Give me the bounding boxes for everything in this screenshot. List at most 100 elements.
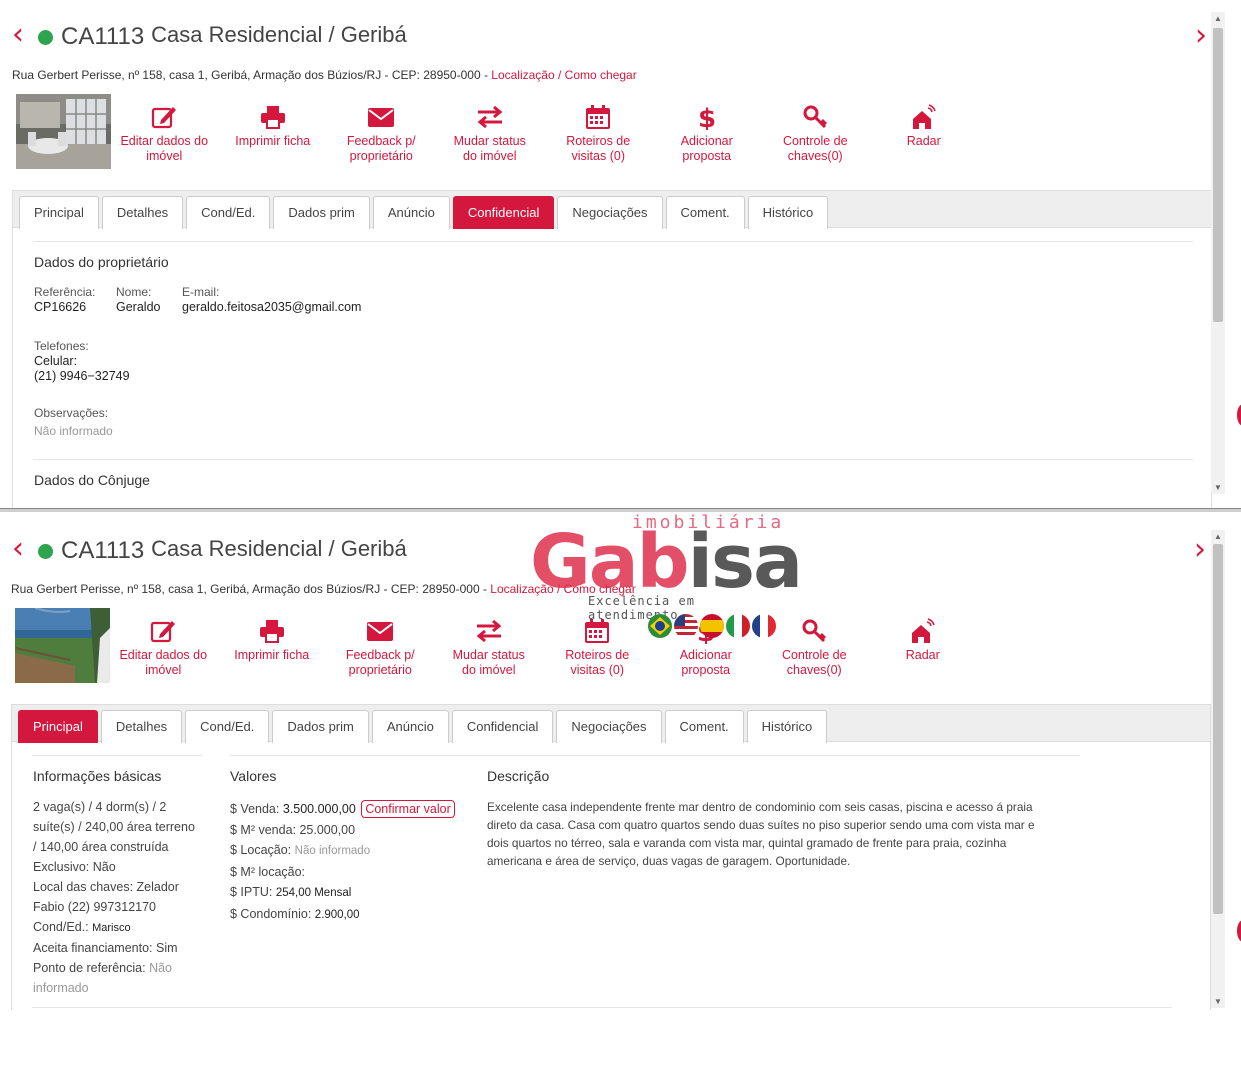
edit-property-button[interactable]: Editar dados do imóvel bbox=[110, 104, 219, 164]
radar-icon bbox=[912, 104, 936, 129]
radar-icon bbox=[911, 618, 935, 643]
print-icon bbox=[260, 106, 285, 129]
visit-routes-button[interactable]: Roteiros de visitas (0) bbox=[544, 104, 653, 164]
next-arrow-icon[interactable]: › bbox=[1194, 532, 1206, 567]
svg-text:$: $ bbox=[698, 104, 716, 130]
property-title: Casa Residencial / Geribá bbox=[151, 22, 407, 47]
tab-principal[interactable]: Principal bbox=[18, 710, 98, 743]
scroll-thumb[interactable] bbox=[1213, 28, 1223, 322]
scroll-thumb[interactable] bbox=[1213, 544, 1223, 914]
tab-confidencial[interactable]: Confidencial bbox=[451, 710, 554, 743]
property-thumbnail[interactable] bbox=[16, 94, 111, 169]
prev-arrow-icon[interactable]: ‹ bbox=[12, 20, 34, 50]
action-label-1: Radar bbox=[906, 134, 941, 148]
tab-cond-ed[interactable]: Cond/Ed. bbox=[186, 196, 271, 229]
exchange-icon bbox=[476, 619, 502, 643]
edit-property-button[interactable]: Editar dados do imóvel bbox=[109, 618, 218, 678]
action-label-1: Controle de bbox=[781, 648, 847, 662]
change-status-button[interactable]: Mudar status do imóvel bbox=[436, 104, 545, 164]
condo-value: 2.900,00 bbox=[314, 908, 360, 921]
confidential-content: Dados do proprietário Referência: CP1662… bbox=[12, 228, 1212, 508]
reference-line: Ponto de referência: Não bbox=[33, 958, 213, 978]
property-panel-confidential: ‹ CA1113 Casa Residencial / Geribá › Rua… bbox=[0, 0, 1241, 508]
condo-line: $ Condomínio: 2.900,00 bbox=[230, 904, 455, 926]
tab-coment[interactable]: Coment. bbox=[665, 196, 745, 229]
scroll-up-icon[interactable]: ▲ bbox=[1211, 14, 1225, 23]
print-sheet-button[interactable]: Imprimir ficha bbox=[219, 104, 328, 164]
phones-label: Telefones: bbox=[34, 339, 89, 353]
action-label-2: imóvel bbox=[146, 149, 183, 163]
basic-info-line: Fabio (22) 997312170 bbox=[33, 900, 157, 914]
owner-feedback-button[interactable]: Feedback p/ proprietário bbox=[327, 104, 436, 164]
owner-feedback-button[interactable]: Feedback p/ proprietário bbox=[326, 618, 435, 678]
tab-dados-prim[interactable]: Dados prim bbox=[273, 196, 370, 229]
edit-icon bbox=[151, 621, 176, 643]
prev-arrow-icon[interactable]: ‹ bbox=[12, 534, 34, 564]
notes-label: Observações: bbox=[34, 406, 109, 420]
tab-negociacoes[interactable]: Negociações bbox=[556, 710, 662, 743]
scrollbar[interactable]: ▲ ▼ bbox=[1211, 12, 1225, 494]
title-row: ‹ CA1113 Casa Residencial / Geribá bbox=[12, 18, 407, 52]
italy-flag-icon[interactable] bbox=[726, 614, 750, 638]
next-arrow-icon[interactable]: › bbox=[1195, 18, 1207, 53]
change-status-button[interactable]: Mudar status do imóvel bbox=[435, 618, 544, 678]
description-line: dois quartos no térreo, sala e varanda c… bbox=[487, 836, 1007, 850]
tab-anuncio[interactable]: Anúncio bbox=[371, 710, 449, 743]
directions-link[interactable]: Como chegar bbox=[565, 68, 637, 82]
tab-historico[interactable]: Histórico bbox=[746, 710, 828, 743]
tab-anuncio[interactable]: Anúncio bbox=[372, 196, 450, 229]
email-label: E-mail: bbox=[182, 285, 220, 299]
edit-icon bbox=[152, 107, 177, 129]
watermark-brand: Gabisa bbox=[530, 519, 803, 605]
brazil-flag-icon[interactable] bbox=[648, 614, 672, 638]
usa-flag-icon[interactable] bbox=[674, 614, 698, 638]
scroll-up-icon[interactable]: ▲ bbox=[1211, 532, 1225, 541]
tab-negociacoes[interactable]: Negociações bbox=[557, 196, 663, 229]
gabisa-watermark-logo: imobiliária Gabisa Excelência em atendim… bbox=[530, 512, 803, 622]
watermark-brand-right: isa bbox=[687, 519, 803, 605]
location-link[interactable]: Localização bbox=[491, 68, 554, 82]
m2-rent-line: $ M² locação: bbox=[230, 864, 306, 879]
values-title: Valores bbox=[230, 768, 277, 784]
action-label-2: proposta bbox=[682, 149, 732, 163]
property-thumbnail[interactable] bbox=[15, 608, 110, 683]
edge-widget-icon[interactable] bbox=[1237, 920, 1241, 942]
tab-confidencial[interactable]: Confidencial bbox=[452, 196, 555, 229]
tab-cond-ed[interactable]: Cond/Ed. bbox=[185, 710, 270, 743]
action-label-1: Roteiros de bbox=[565, 648, 630, 662]
tab-principal[interactable]: Principal bbox=[19, 196, 99, 229]
scroll-down-icon[interactable]: ▼ bbox=[1211, 483, 1225, 492]
email-value[interactable]: geraldo.feitosa2035@gmail.com bbox=[182, 300, 361, 314]
description-line: direto da casa. Casa com quatro quartos … bbox=[487, 818, 1035, 832]
tab-historico[interactable]: Histórico bbox=[747, 196, 829, 229]
iptu-value: 254,00 Mensal bbox=[275, 887, 352, 899]
basic-info-line: Local das chaves: Zelador bbox=[33, 880, 179, 894]
add-proposal-button[interactable]: $ Adicionar proposta bbox=[653, 104, 762, 164]
scrollbar[interactable]: ▲ ▼ bbox=[1211, 530, 1225, 1008]
tab-dados-prim[interactable]: Dados prim bbox=[272, 710, 369, 743]
radar-button[interactable]: Radar bbox=[870, 104, 979, 164]
action-label-1: Editar dados do bbox=[120, 134, 209, 148]
m2-sale-line: $ M² venda: 25.000,00 bbox=[230, 822, 356, 837]
edge-widget-icon[interactable] bbox=[1237, 404, 1241, 426]
tab-detalhes[interactable]: Detalhes bbox=[101, 196, 184, 229]
scroll-down-icon[interactable]: ▼ bbox=[1211, 997, 1225, 1006]
tab-detalhes[interactable]: Detalhes bbox=[100, 710, 183, 743]
key-control-button[interactable]: Controle de chaves(0) bbox=[761, 104, 870, 164]
action-label-2: visitas (0) bbox=[570, 663, 624, 677]
tab-bar: Principal Detalhes Cond/Ed. Dados prim A… bbox=[11, 704, 1211, 743]
action-toolbar: Editar dados do imóvel Imprimir ficha Fe… bbox=[110, 104, 978, 164]
iptu-label: $ IPTU: bbox=[230, 885, 273, 899]
address-text: Rua Gerbert Perisse, nº 158, casa 1, Ger… bbox=[11, 582, 491, 596]
confirm-value-button[interactable]: Confirmar valor bbox=[361, 800, 455, 818]
visit-routes-button[interactable]: Roteiros de visitas (0) bbox=[543, 618, 652, 678]
france-flag-icon[interactable] bbox=[752, 614, 776, 638]
sale-value: 3.500.000,00 bbox=[282, 802, 356, 816]
envelope-icon bbox=[367, 622, 394, 641]
tab-coment[interactable]: Coment. bbox=[664, 710, 744, 743]
action-label-1: Editar dados do bbox=[119, 648, 208, 662]
condo-label: $ Condomínio: bbox=[230, 906, 312, 921]
print-sheet-button[interactable]: Imprimir ficha bbox=[218, 618, 327, 678]
spain-flag-icon[interactable] bbox=[700, 614, 724, 638]
radar-button[interactable]: Radar bbox=[869, 618, 978, 678]
